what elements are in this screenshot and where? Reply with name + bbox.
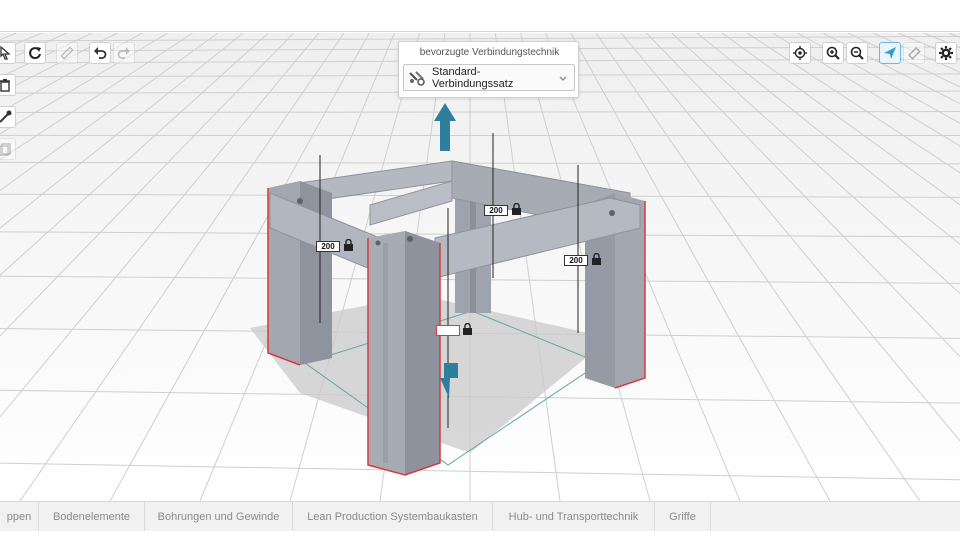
connection-select[interactable]: Standard-Verbindungssatz <box>403 64 575 91</box>
bottom-strip <box>0 531 960 540</box>
top-bar <box>0 0 960 32</box>
pipette-button[interactable] <box>0 106 16 128</box>
pipette-icon <box>0 110 12 123</box>
tab-lean-production[interactable]: Lean Production Systembaukasten <box>293 502 493 532</box>
reset-icon <box>29 47 41 60</box>
measure-button[interactable] <box>56 42 78 64</box>
dimension-right[interactable]: 200 <box>564 255 588 266</box>
dimension-front[interactable] <box>436 325 460 336</box>
send-icon <box>884 47 896 59</box>
settings-button[interactable] <box>935 42 957 64</box>
tab-gruppen[interactable]: ppen <box>0 502 39 532</box>
zoom-out-icon <box>850 46 864 60</box>
dimension-left[interactable]: 200 <box>316 241 340 252</box>
redo-button[interactable] <box>113 42 135 64</box>
lock-icon[interactable] <box>591 253 602 265</box>
delete-button[interactable] <box>0 74 16 96</box>
center-view-button[interactable] <box>789 42 811 64</box>
tab-bohrungen-gewinde[interactable]: Bohrungen und Gewinde <box>145 502 293 532</box>
redo-icon <box>117 47 130 59</box>
measure-icon <box>60 46 74 60</box>
chevron-down-icon <box>559 76 567 81</box>
zoom-out-button[interactable] <box>846 42 868 64</box>
configurator-app: 200 200 200 bevorzugte Verbindungstechni… <box>0 0 960 540</box>
category-tabs: ppen Bodenelemente Bohrungen und Gewinde… <box>0 501 960 532</box>
connection-technique-panel: bevorzugte Verbindungstechnik Standard-V… <box>398 41 579 98</box>
undo-button[interactable] <box>89 42 111 64</box>
front-leg[interactable] <box>367 231 441 476</box>
cursor-icon <box>0 45 11 60</box>
dimension-back[interactable]: 200 <box>484 205 508 216</box>
lock-icon[interactable] <box>343 239 354 251</box>
copy-icon <box>0 143 11 156</box>
zoom-in-button[interactable] <box>822 42 844 64</box>
send-button[interactable] <box>879 42 901 64</box>
panel-title: bevorzugte Verbindungstechnik <box>419 47 560 58</box>
lock-icon[interactable] <box>511 203 522 215</box>
connection-select-value: Standard-Verbindungssatz <box>432 65 514 90</box>
tab-bodenelemente[interactable]: Bodenelemente <box>39 502 145 532</box>
zoom-in-icon <box>826 46 840 60</box>
tab-griffe[interactable]: Griffe <box>655 502 711 532</box>
cursor-button[interactable] <box>0 42 16 64</box>
trash-icon <box>0 79 10 92</box>
tab-hub-transporttechnik[interactable]: Hub- und Transporttechnik <box>493 502 655 532</box>
3d-viewport[interactable]: 200 200 200 bevorzugte Verbindungstechni… <box>0 33 960 501</box>
undo-icon <box>94 47 107 59</box>
eraser-button[interactable] <box>903 42 925 64</box>
gear-icon <box>939 46 953 60</box>
reset-button[interactable] <box>24 42 46 64</box>
eraser-icon <box>908 47 921 60</box>
lock-icon[interactable] <box>462 323 473 335</box>
scene-canvas[interactable] <box>0 33 960 501</box>
connector-icon <box>409 70 425 86</box>
copy-button[interactable] <box>0 138 16 160</box>
target-icon <box>793 46 807 60</box>
